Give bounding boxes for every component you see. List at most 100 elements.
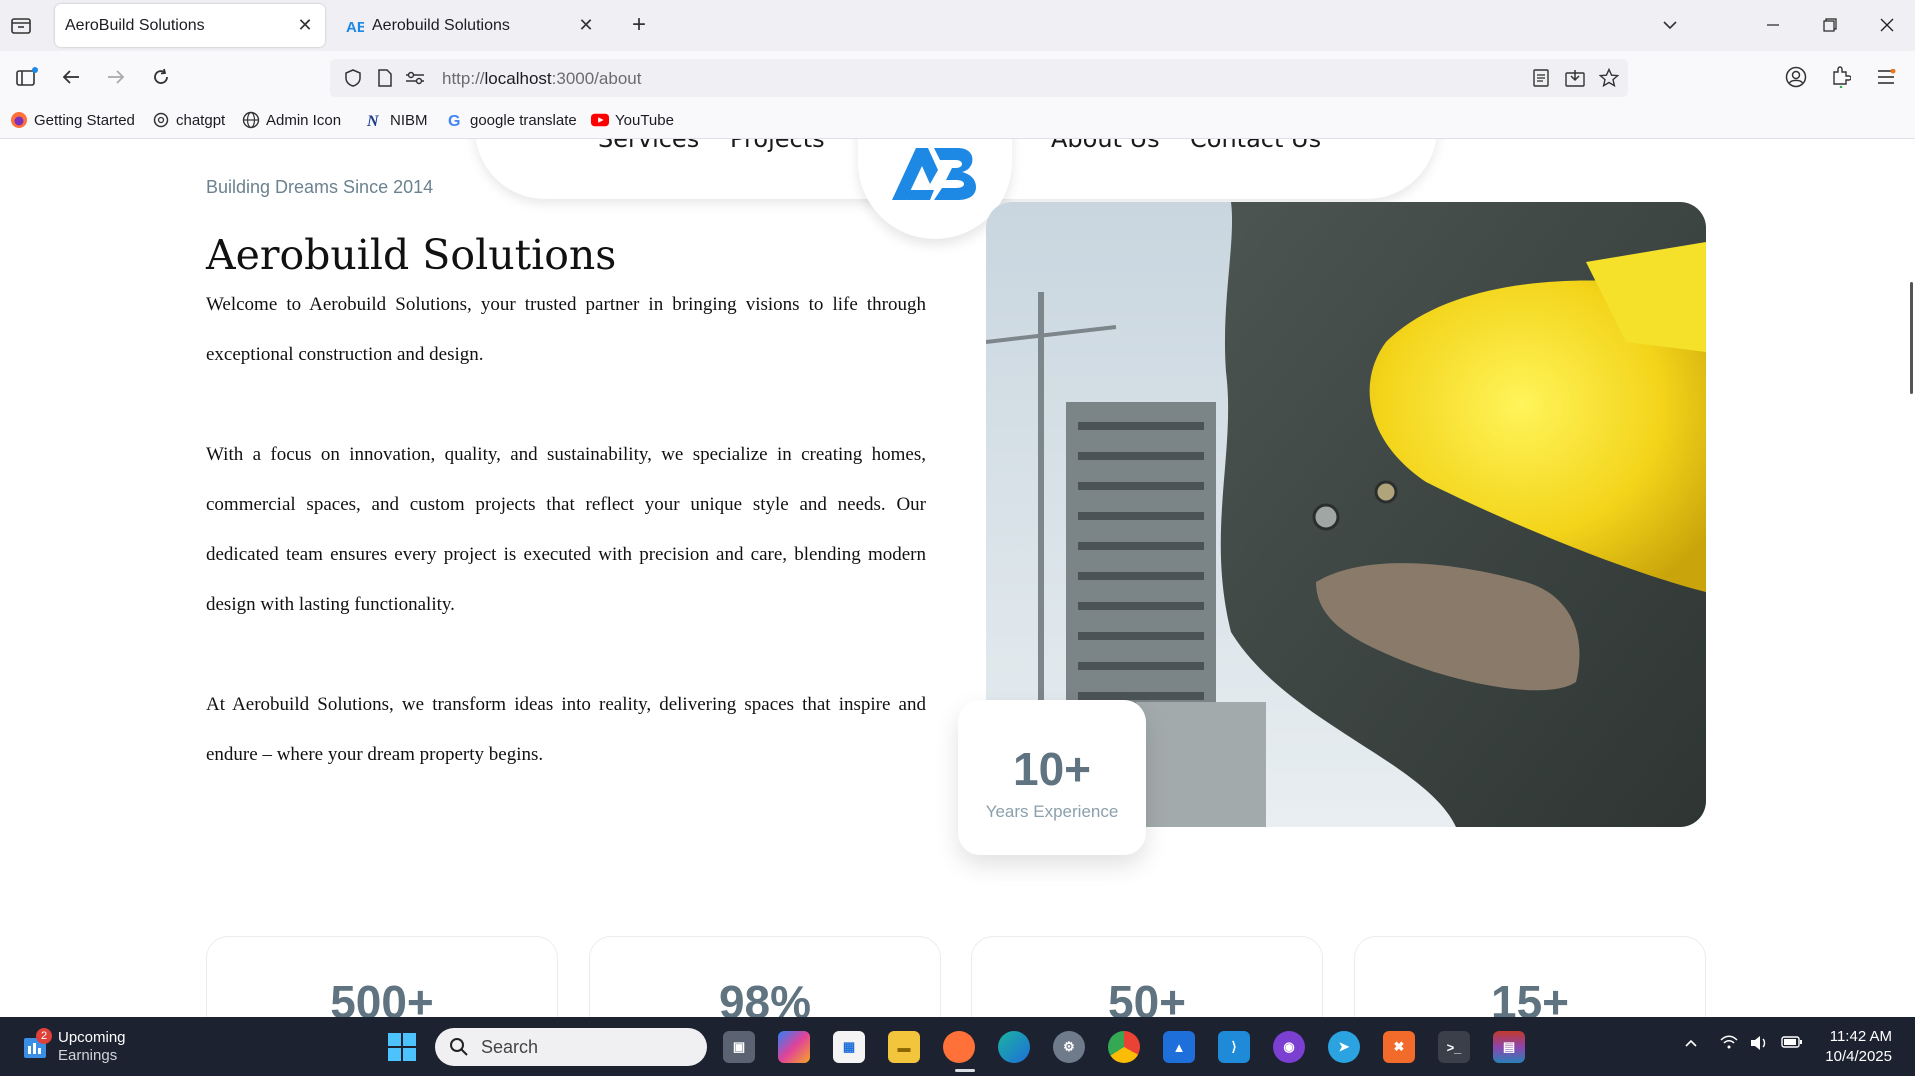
- github-desktop-icon[interactable]: ◉: [1273, 1031, 1305, 1063]
- nav-link-about[interactable]: About Us: [1051, 139, 1160, 153]
- experience-card: 10+ Years Experience: [958, 700, 1146, 855]
- shield-icon[interactable]: [340, 65, 366, 91]
- firefox-taskbar-icon[interactable]: [943, 1031, 975, 1063]
- close-window-button[interactable]: [1872, 12, 1902, 38]
- bookmark-star-icon[interactable]: [1596, 65, 1622, 91]
- photos-icon[interactable]: ▲: [1163, 1031, 1195, 1063]
- chatgpt-icon: [152, 111, 170, 129]
- notification-badge: 2: [36, 1028, 52, 1044]
- firefox-icon: [10, 111, 28, 129]
- page-scrollbar[interactable]: [1910, 282, 1913, 394]
- chrome-icon[interactable]: [1108, 1031, 1140, 1063]
- bookmark-nibm[interactable]: N NIBM: [366, 111, 428, 130]
- svg-text:AB: AB: [346, 19, 364, 35]
- url-scheme: http://: [442, 69, 485, 88]
- taskbar-clock[interactable]: 11:42 AM 10/4/2025: [1810, 1027, 1892, 1067]
- taskbar-search[interactable]: Search: [435, 1028, 707, 1066]
- search-placeholder: Search: [481, 1036, 539, 1057]
- page-icon[interactable]: [372, 65, 398, 91]
- list-all-tabs-icon[interactable]: [1655, 12, 1685, 38]
- stat-card: 98%: [589, 936, 941, 1017]
- settings-icon[interactable]: ⚙: [1053, 1031, 1085, 1063]
- focus-paragraph: With a focus on innovation, quality, and…: [206, 444, 926, 615]
- bookmark-label: NIBM: [390, 111, 428, 129]
- nav-link-contact[interactable]: Contact Us: [1190, 139, 1321, 153]
- new-tab-button[interactable]: +: [626, 11, 652, 38]
- volume-icon[interactable]: [1750, 1035, 1768, 1056]
- close-tab-icon[interactable]: ✕: [295, 15, 315, 36]
- edge-icon[interactable]: [998, 1031, 1030, 1063]
- nav-link-projects[interactable]: Projects: [730, 139, 825, 153]
- bookmark-label: chatgpt: [176, 111, 226, 129]
- reload-icon[interactable]: [148, 64, 174, 90]
- permissions-icon[interactable]: [402, 65, 428, 91]
- save-to-pocket-icon[interactable]: [1562, 65, 1588, 91]
- telegram-icon[interactable]: ➤: [1328, 1031, 1360, 1063]
- bookmarks-bar: Getting Started chatgpt Admin Icon N NIB…: [0, 103, 1915, 139]
- bookmark-google-translate[interactable]: G google translate: [446, 111, 577, 129]
- bookmark-label: YouTube: [615, 111, 674, 129]
- tab-title: AeroBuild Solutions: [65, 16, 205, 34]
- menu-icon[interactable]: [1873, 64, 1899, 90]
- clock-time: 11:42 AM: [1829, 1028, 1892, 1045]
- bookmark-getting-started[interactable]: Getting Started: [10, 111, 135, 129]
- wifi-icon[interactable]: [1720, 1035, 1738, 1054]
- youtube-icon: [591, 111, 609, 129]
- nav-link-services[interactable]: Services: [598, 139, 699, 153]
- stat-card: 15+: [1354, 936, 1706, 1017]
- minimize-button[interactable]: [1758, 12, 1788, 38]
- stat-value: 50+: [1107, 976, 1187, 1017]
- stat-card: 500+: [206, 936, 558, 1017]
- page-title: Aerobuild Solutions: [206, 231, 617, 279]
- windows-start-icon[interactable]: [386, 1031, 418, 1063]
- tagline: Building Dreams Since 2014: [206, 177, 434, 197]
- url-host: localhost: [484, 69, 552, 88]
- sidebar-toggle-icon[interactable]: [14, 64, 40, 90]
- search-icon: [450, 1038, 468, 1056]
- forward-icon[interactable]: [103, 64, 129, 90]
- url-text[interactable]: http://localhost:3000/about: [442, 69, 641, 89]
- vscode-icon[interactable]: ⟩: [1218, 1031, 1250, 1063]
- closing-paragraph: At Aerobuild Solutions, we transform ide…: [206, 694, 926, 765]
- winrar-icon[interactable]: ▤: [1493, 1031, 1525, 1063]
- intro-paragraph: Welcome to Aerobuild Solutions, your tru…: [206, 294, 926, 365]
- account-icon[interactable]: [1783, 64, 1809, 90]
- experience-value: 10+: [1012, 743, 1092, 795]
- bookmark-youtube[interactable]: YouTube: [591, 111, 674, 129]
- bookmark-admin-icon[interactable]: Admin Icon: [242, 111, 341, 129]
- file-explorer-icon[interactable]: ▬: [888, 1031, 920, 1063]
- task-view-icon[interactable]: ▣: [723, 1031, 755, 1063]
- reader-view-icon[interactable]: [1528, 65, 1554, 91]
- widgets-button[interactable]: 2 Upcoming Earnings: [22, 1028, 126, 1065]
- restore-button[interactable]: [1815, 12, 1845, 38]
- tab-list-icon[interactable]: [8, 12, 34, 38]
- nibm-icon: N: [366, 111, 384, 129]
- bookmark-label: google translate: [470, 111, 577, 129]
- bookmark-label: Getting Started: [34, 111, 135, 129]
- tab-aerobuild-active[interactable]: AeroBuild Solutions ✕: [55, 4, 325, 47]
- show-hidden-icons-icon[interactable]: [1684, 1035, 1698, 1053]
- stat-value: 500+: [330, 976, 434, 1017]
- url-path: :3000/about: [551, 69, 642, 88]
- stat-card: 50+: [971, 936, 1323, 1017]
- tab-aerobuild[interactable]: AB Aerobuild Solutions ✕: [336, 4, 606, 47]
- microsoft-store-icon[interactable]: ▦: [833, 1031, 865, 1063]
- experience-label: Years Experience: [985, 802, 1119, 821]
- browser-tab-bar: AeroBuild Solutions ✕ AB Aerobuild Solut…: [0, 0, 1915, 51]
- terminal-icon[interactable]: >_: [1438, 1031, 1470, 1063]
- active-app-indicator: [955, 1069, 975, 1072]
- clock-date: 10/4/2025: [1825, 1048, 1892, 1065]
- bookmark-chatgpt[interactable]: chatgpt: [152, 111, 225, 129]
- back-icon[interactable]: [58, 64, 84, 90]
- google-icon: G: [446, 111, 464, 129]
- copilot-icon[interactable]: [778, 1031, 810, 1063]
- extensions-icon[interactable]: [1828, 64, 1854, 90]
- windows-taskbar: 2 Upcoming Earnings Search ▣ ▦ ▬ ⚙ ▲ ⟩ ◉…: [0, 1017, 1915, 1076]
- battery-icon[interactable]: [1781, 1035, 1803, 1054]
- svg-text:G: G: [448, 113, 460, 128]
- address-bar[interactable]: http://localhost:3000/about: [330, 59, 1628, 97]
- close-tab-icon[interactable]: ✕: [576, 15, 596, 36]
- widget-title: Upcoming: [58, 1029, 126, 1046]
- xampp-icon[interactable]: ✖: [1383, 1031, 1415, 1063]
- stat-value: 98%: [718, 976, 812, 1017]
